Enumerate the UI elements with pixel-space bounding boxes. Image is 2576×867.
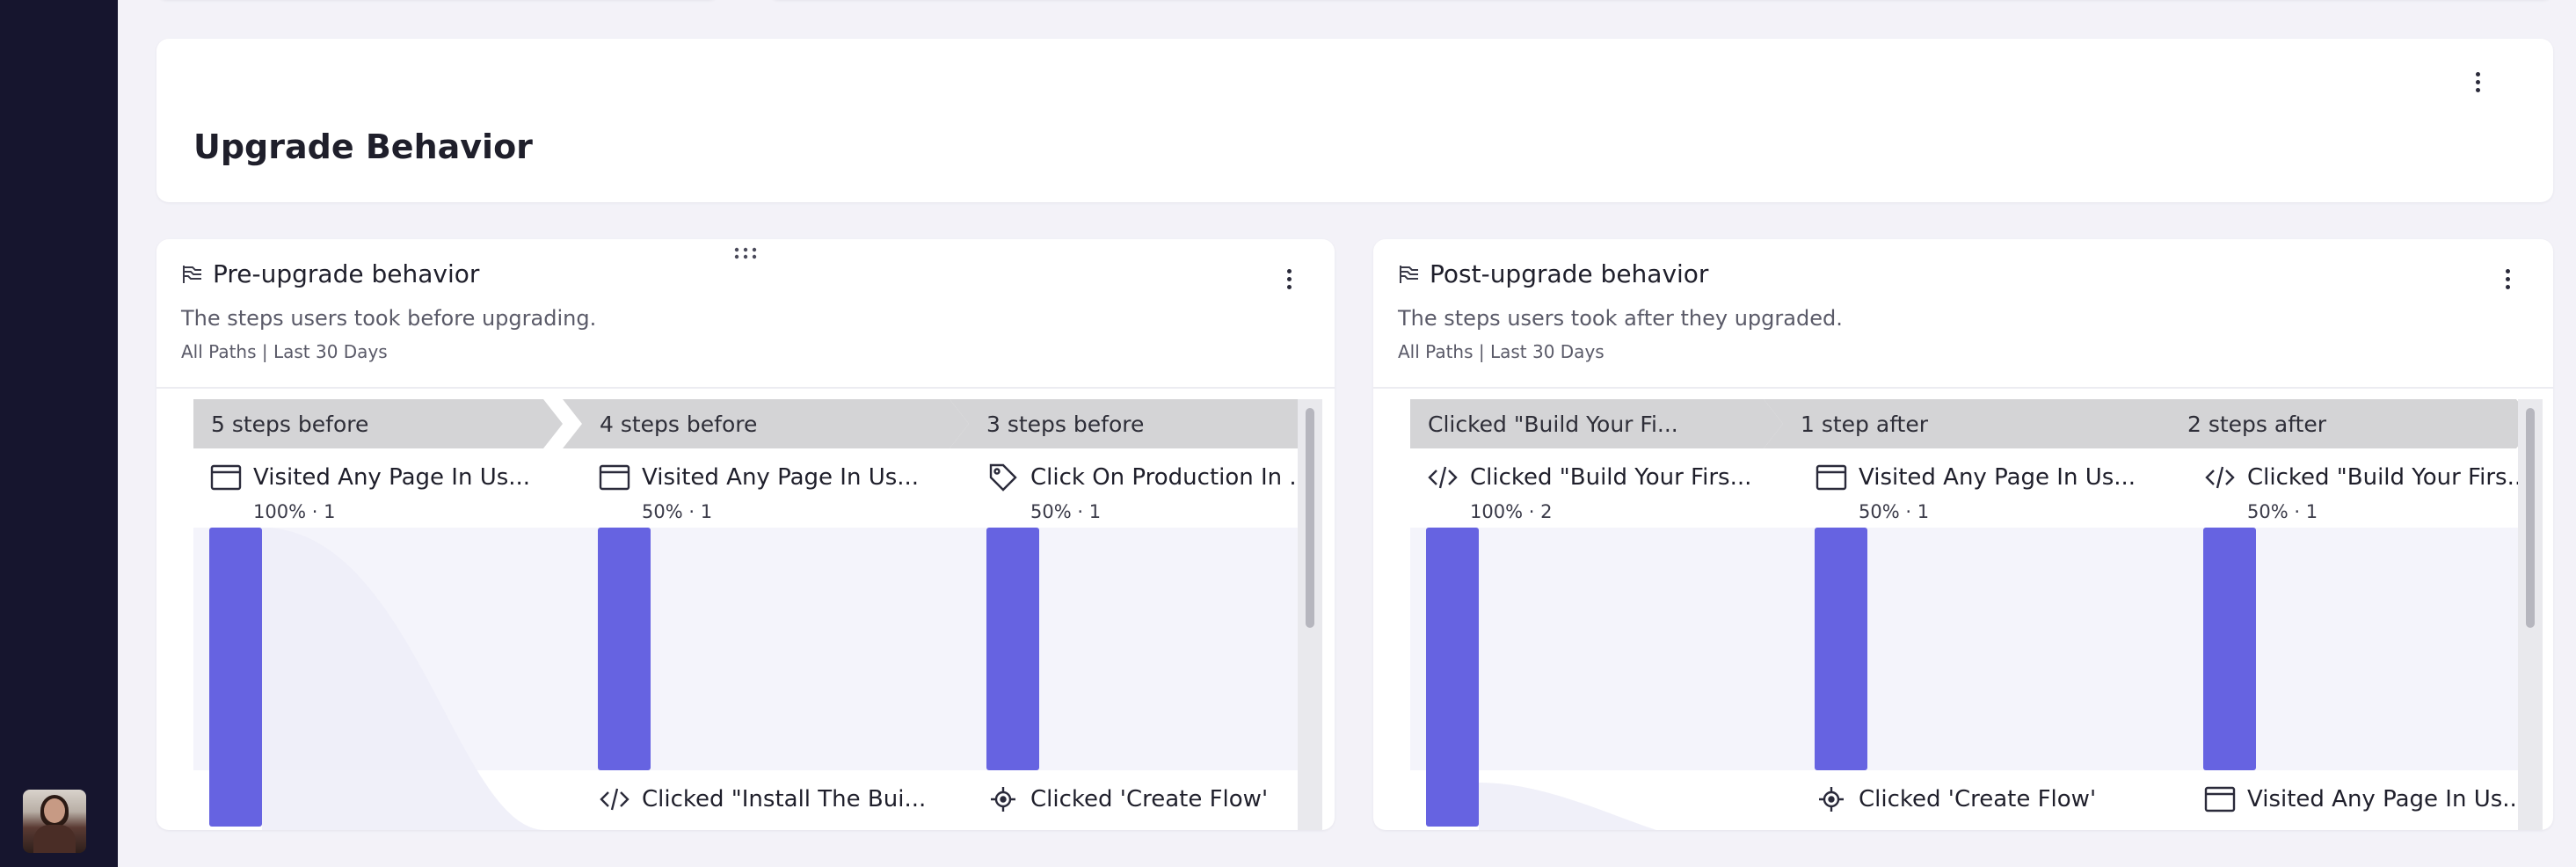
panel-more-options-button[interactable]	[2497, 266, 2518, 292]
node-stats: 100% · 2	[1470, 501, 1553, 522]
flow-node-bar[interactable]	[598, 528, 651, 770]
panel-description: The steps users took after they upgraded…	[1398, 306, 1843, 331]
node-label[interactable]: Visited Any Page In Us...	[209, 461, 530, 494]
code-icon	[2205, 466, 2235, 489]
target-icon	[1819, 787, 1844, 812]
panel-title-row: Post-upgrade behavior	[1398, 262, 1708, 287]
step-header[interactable]: Clicked "Build Your Fi...	[1410, 399, 1783, 448]
node-stats: 50% · 1	[1859, 501, 1930, 522]
step-header[interactable]: 1 step after	[1764, 399, 2172, 448]
code-icon	[1428, 466, 1458, 489]
node-label[interactable]: Clicked "Build Your Firs...	[1426, 461, 1751, 494]
left-sidebar	[0, 0, 118, 867]
pre-upgrade-panel: Pre-upgrade behavior The steps users too…	[156, 239, 1335, 830]
panel-meta: All Paths | Last 30 Days	[1398, 341, 1605, 362]
flow-node-bar[interactable]	[1426, 528, 1479, 827]
journey-icon	[183, 266, 201, 283]
node-label[interactable]: Visited Any Page In Us...	[598, 461, 919, 494]
node-label[interactable]: Visited Any Page In Us...	[1815, 461, 2136, 494]
divider	[156, 387, 1335, 389]
node-label-secondary[interactable]: Visited Any Page In Us...	[2203, 783, 2524, 816]
panel-title-row: Pre-upgrade behavior	[181, 262, 479, 287]
step-header[interactable]: 5 steps before	[193, 399, 563, 448]
target-icon	[991, 787, 1015, 812]
browser-window-icon	[2204, 786, 2236, 812]
node-label-secondary[interactable]: Clicked 'Create Flow'	[1815, 783, 2096, 816]
node-label[interactable]: Clicked "Build Your Firs...	[2203, 461, 2529, 494]
section-header-card: Upgrade Behavior	[156, 39, 2553, 202]
node-label[interactable]: Click On Production In ...	[986, 461, 1311, 494]
tag-icon	[989, 463, 1017, 492]
flow-chart: Clicked "Build Your Fi... 1 step after 2…	[1410, 399, 2536, 830]
browser-window-icon	[210, 464, 242, 491]
panel-more-options-button[interactable]	[1278, 266, 1299, 292]
divider	[1373, 387, 2553, 389]
node-label-secondary[interactable]: Clicked "Install The Bui...	[598, 783, 926, 816]
section-more-options-button[interactable]	[2467, 69, 2488, 95]
flow-node-bar[interactable]	[986, 528, 1039, 770]
flow-scrollbar[interactable]	[1298, 399, 1322, 830]
flow-node-bar[interactable]	[2203, 528, 2256, 770]
user-avatar[interactable]	[23, 790, 86, 853]
panel-description: The steps users took before upgrading.	[181, 306, 597, 331]
node-stats: 50% · 1	[642, 501, 713, 522]
panel-title: Pre-upgrade behavior	[213, 259, 480, 288]
browser-window-icon	[599, 464, 630, 491]
journey-icon	[1400, 266, 1418, 283]
step-header[interactable]: 2 steps after	[2150, 399, 2536, 448]
node-stats: 50% · 1	[1030, 501, 1102, 522]
node-stats: 50% · 1	[2247, 501, 2318, 522]
scroll-thumb[interactable]	[1306, 408, 1314, 628]
code-icon	[600, 788, 629, 811]
panel-meta: All Paths | Last 30 Days	[181, 341, 388, 362]
flow-node-bar[interactable]	[209, 528, 262, 827]
flow-node-bar[interactable]	[1815, 528, 1867, 770]
drag-handle-icon[interactable]	[733, 246, 758, 260]
node-label-secondary[interactable]: Clicked 'Create Flow'	[986, 783, 1268, 816]
flow-scrollbar[interactable]	[2518, 399, 2543, 830]
section-title: Upgrade Behavior	[193, 128, 533, 166]
flow-chart: 5 steps before 4 steps before 3 steps be…	[193, 399, 1315, 830]
step-header[interactable]: 3 steps before	[950, 399, 1315, 448]
step-header[interactable]: 4 steps before	[563, 399, 969, 448]
panel-title: Post-upgrade behavior	[1430, 259, 1709, 288]
scroll-thumb[interactable]	[2526, 408, 2535, 628]
node-stats: 100% · 1	[253, 501, 336, 522]
post-upgrade-panel: Post-upgrade behavior The steps users to…	[1373, 239, 2553, 830]
browser-window-icon	[1816, 464, 1847, 491]
